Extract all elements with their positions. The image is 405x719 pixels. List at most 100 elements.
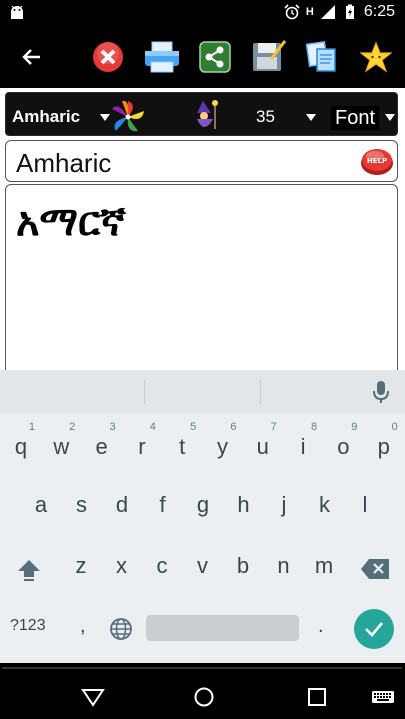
key-hint: 1 xyxy=(28,421,35,433)
checkmark-icon xyxy=(365,622,383,637)
key-label: w xyxy=(53,434,70,459)
save-icon xyxy=(253,40,287,71)
key-hint: 7 xyxy=(270,421,277,433)
key-b[interactable]: b xyxy=(223,543,263,589)
editor-text: አማርኛ xyxy=(16,199,126,245)
key-hint: 8 xyxy=(310,421,318,433)
key-d[interactable]: d xyxy=(102,482,142,528)
key-l[interactable]: l xyxy=(345,482,385,528)
key-y[interactable]: 6y xyxy=(203,421,243,470)
back-arrow-icon xyxy=(22,49,40,65)
key-label: o xyxy=(337,434,350,459)
language-selector[interactable]: Amharic xyxy=(12,107,80,127)
key-x[interactable]: x xyxy=(102,543,142,589)
wizard-icon[interactable] xyxy=(191,99,223,133)
language-settings-bar: Amharic 35 Font xyxy=(5,92,398,136)
copy-button[interactable] xyxy=(303,38,341,76)
status-bar: H 6:25 xyxy=(0,0,405,26)
key-label: p xyxy=(377,434,390,459)
app-toolbar xyxy=(0,26,405,88)
svg-text:HELP: HELP xyxy=(367,157,387,165)
key-p[interactable]: 0p xyxy=(364,421,404,470)
key-m[interactable]: m xyxy=(304,543,344,589)
print-button[interactable] xyxy=(143,38,181,76)
comma-key[interactable]: , xyxy=(80,615,86,638)
key-u[interactable]: 7u xyxy=(243,421,283,470)
key-z[interactable]: z xyxy=(61,543,101,589)
close-button[interactable] xyxy=(89,38,127,76)
key-o[interactable]: 9o xyxy=(323,421,363,470)
key-label: i xyxy=(300,434,306,459)
print-icon xyxy=(145,41,179,73)
backspace-key[interactable] xyxy=(358,555,392,583)
key-i[interactable]: 8i xyxy=(283,421,323,470)
key-r[interactable]: 4r xyxy=(122,421,162,470)
key-n[interactable]: n xyxy=(264,543,304,589)
share-icon xyxy=(199,41,231,73)
share-button[interactable] xyxy=(196,38,234,76)
symbols-key[interactable]: ?123 xyxy=(10,617,46,635)
help-button-icon[interactable]: HELP xyxy=(360,146,394,176)
globe-icon xyxy=(110,618,132,640)
font-selector[interactable]: Font xyxy=(331,106,380,130)
key-k[interactable]: k xyxy=(305,482,345,528)
favorite-button[interactable] xyxy=(357,38,395,76)
font-dropdown-icon[interactable] xyxy=(385,114,395,121)
key-label: t xyxy=(179,434,186,459)
android-icon xyxy=(11,5,23,19)
key-c[interactable]: c xyxy=(142,543,182,589)
copy-icon xyxy=(305,41,336,72)
key-e[interactable]: 3e xyxy=(82,421,122,470)
key-a[interactable]: a xyxy=(21,482,61,528)
title-field-value: Amharic xyxy=(16,148,112,178)
key-v[interactable]: v xyxy=(183,543,223,589)
language-switch-key[interactable] xyxy=(108,616,134,642)
key-q[interactable]: 1q xyxy=(1,421,41,470)
shift-key[interactable] xyxy=(14,555,44,585)
key-hint: 3 xyxy=(109,421,116,433)
soft-keyboard: 1q2w3e4r5t6y7u8i9o0p asdfghjkl zxcvbnm ?… xyxy=(0,370,405,663)
key-hint: 5 xyxy=(190,421,197,433)
battery-icon xyxy=(345,4,354,19)
back-button[interactable] xyxy=(13,38,51,76)
key-hint: 6 xyxy=(230,421,237,433)
app-screen: H 6:25 Amharic 35 Font Amharic HELP አማርኛ… xyxy=(0,0,405,719)
backspace-icon xyxy=(361,559,389,579)
period-key[interactable]: . xyxy=(318,615,324,638)
title-field[interactable]: Amharic HELP xyxy=(5,140,398,182)
key-label: u xyxy=(256,434,269,459)
enter-key[interactable] xyxy=(354,609,394,649)
recents-square-icon[interactable] xyxy=(304,686,330,708)
key-hint: 9 xyxy=(351,421,358,433)
back-triangle-icon[interactable] xyxy=(80,686,106,708)
key-t[interactable]: 5t xyxy=(162,421,202,470)
key-hint: 4 xyxy=(149,421,156,433)
clock: 6:25 xyxy=(363,3,395,20)
home-circle-icon[interactable] xyxy=(191,686,217,708)
key-f[interactable]: f xyxy=(143,482,183,528)
font-size-value[interactable]: 35 xyxy=(256,107,275,127)
alarm-icon xyxy=(284,4,300,20)
key-s[interactable]: s xyxy=(62,482,102,528)
key-g[interactable]: g xyxy=(183,482,223,528)
keyboard-switch-icon[interactable] xyxy=(370,686,396,708)
key-h[interactable]: h xyxy=(224,482,264,528)
key-label: r xyxy=(138,434,146,459)
signal-icon xyxy=(320,5,335,19)
network-indicator: H xyxy=(305,6,314,18)
language-dropdown-icon[interactable] xyxy=(100,114,110,121)
key-j[interactable]: j xyxy=(264,482,304,528)
key-w[interactable]: 2w xyxy=(41,421,81,470)
space-key[interactable] xyxy=(146,615,299,641)
favorite-star-icon xyxy=(360,41,392,73)
save-button[interactable] xyxy=(250,38,288,76)
microphone-icon[interactable] xyxy=(371,380,391,404)
key-label: y xyxy=(217,434,228,459)
font-size-dropdown-icon[interactable] xyxy=(306,114,316,121)
color-pinwheel-icon[interactable] xyxy=(110,101,146,133)
navigation-bar xyxy=(0,663,405,719)
text-editor[interactable]: አማርኛ xyxy=(5,184,398,384)
key-hint: 2 xyxy=(69,421,76,433)
close-icon xyxy=(93,42,123,72)
suggestion-strip[interactable] xyxy=(0,370,405,414)
